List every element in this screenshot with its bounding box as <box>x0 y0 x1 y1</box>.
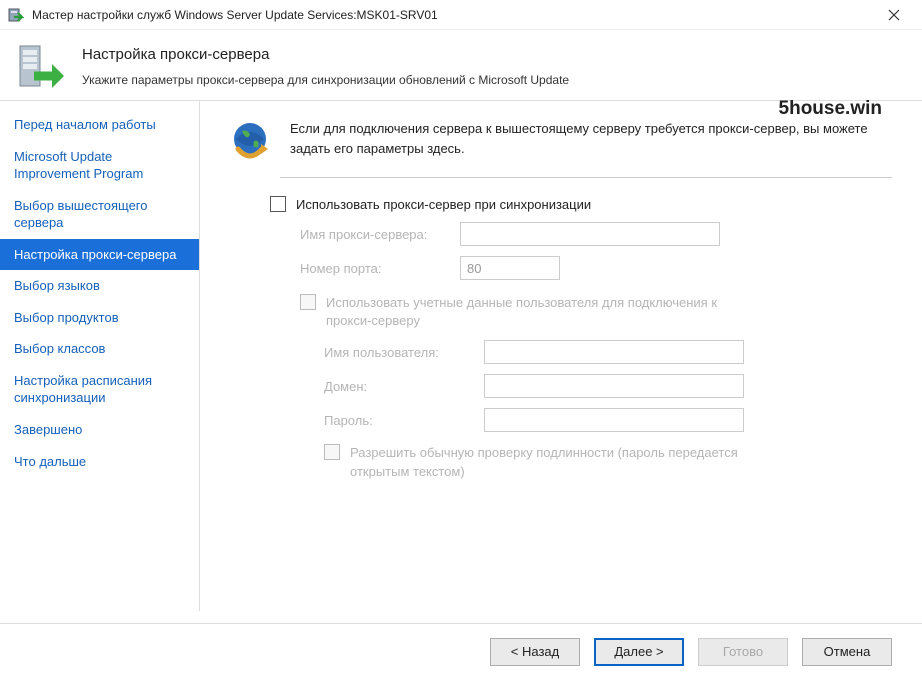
use-credentials-label: Использовать учетные данные пользователя… <box>326 294 746 330</box>
wizard-header: Настройка прокси-сервера Укажите парамет… <box>0 30 922 100</box>
app-icon <box>8 7 24 23</box>
window-title: Мастер настройки служб Windows Server Up… <box>32 8 874 22</box>
wizard-body: Перед началом работы Microsoft Update Im… <box>0 100 922 611</box>
sidebar-item-proxy[interactable]: Настройка прокси-сервера <box>0 239 199 271</box>
username-label: Имя пользователя: <box>324 345 484 360</box>
finish-button: Готово <box>698 638 788 666</box>
sidebar-item-upstream[interactable]: Выбор вышестоящего сервера <box>0 190 199 239</box>
password-label: Пароль: <box>324 413 484 428</box>
divider <box>280 177 892 178</box>
sidebar: Перед началом работы Microsoft Update Im… <box>0 101 200 611</box>
username-input <box>484 340 744 364</box>
content-panel: Если для подключения сервера к вышестоящ… <box>200 101 922 611</box>
use-credentials-checkbox <box>300 294 316 310</box>
domain-input <box>484 374 744 398</box>
close-button[interactable] <box>874 1 914 29</box>
allow-basic-label: Разрешить обычную проверку подлинности (… <box>350 444 770 480</box>
titlebar: Мастер настройки служб Windows Server Up… <box>0 0 922 30</box>
back-button[interactable]: < Назад <box>490 638 580 666</box>
sidebar-item-improvement[interactable]: Microsoft Update Improvement Program <box>0 141 199 190</box>
domain-label: Домен: <box>324 379 484 394</box>
page-title: Настройка прокси-сервера <box>82 46 906 63</box>
header-icon <box>16 42 66 92</box>
intro-text: Если для подключения сервера к вышестоящ… <box>290 119 892 158</box>
proxy-name-input <box>460 222 720 246</box>
sidebar-item-whatsnext[interactable]: Что дальше <box>0 446 199 478</box>
sidebar-item-languages[interactable]: Выбор языков <box>0 270 199 302</box>
proxy-name-label: Имя прокси-сервера: <box>300 227 460 242</box>
sidebar-item-finished[interactable]: Завершено <box>0 414 199 446</box>
password-input <box>484 408 744 432</box>
allow-basic-checkbox <box>324 444 340 460</box>
cancel-button[interactable]: Отмена <box>802 638 892 666</box>
proxy-form: Использовать прокси-сервер при синхрониз… <box>270 196 892 481</box>
port-label: Номер порта: <box>300 261 460 276</box>
wizard-footer: < Назад Далее > Готово Отмена <box>0 623 922 679</box>
page-subtitle: Укажите параметры прокси-сервера для син… <box>82 73 906 87</box>
sidebar-item-products[interactable]: Выбор продуктов <box>0 302 199 334</box>
use-proxy-label: Использовать прокси-сервер при синхрониз… <box>296 197 591 212</box>
use-proxy-checkbox[interactable] <box>270 196 286 212</box>
sidebar-item-schedule[interactable]: Настройка расписания синхронизации <box>0 365 199 414</box>
next-button[interactable]: Далее > <box>594 638 684 666</box>
globe-icon <box>228 119 272 163</box>
port-input <box>460 256 560 280</box>
sidebar-item-classifications[interactable]: Выбор классов <box>0 333 199 365</box>
sidebar-item-before-start[interactable]: Перед началом работы <box>0 109 199 141</box>
